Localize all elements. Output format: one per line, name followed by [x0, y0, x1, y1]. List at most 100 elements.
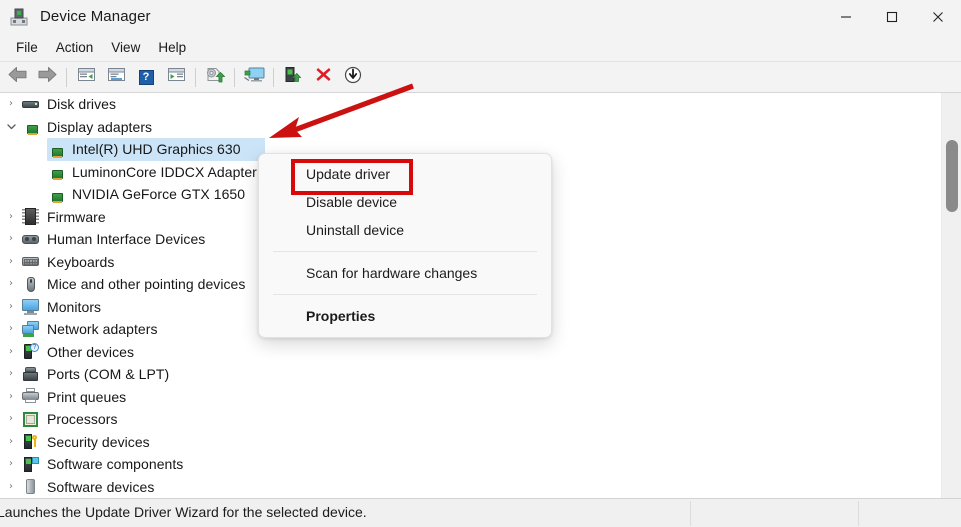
chevron-right-icon[interactable]: › [0, 436, 22, 447]
tree-item[interactable]: › Security devices [0, 431, 941, 454]
properties-button[interactable] [102, 64, 130, 90]
disk-drive-icon [22, 96, 39, 113]
tree-item[interactable]: › Print queues [0, 386, 941, 409]
disable-device-button[interactable] [339, 64, 367, 90]
context-menu-separator [273, 251, 537, 252]
toolbar: ? [0, 62, 961, 93]
tree-item[interactable]: › Software devices [0, 476, 941, 499]
tree-item[interactable]: ›? Other devices [0, 341, 941, 364]
minimize-button[interactable] [823, 0, 869, 33]
uninstall-device-button[interactable] [309, 64, 337, 90]
status-separator [690, 501, 691, 526]
context-menu-separator [273, 294, 537, 295]
status-bar: Launches the Update Driver Wizard for th… [0, 498, 961, 527]
menu-action[interactable]: Action [47, 37, 103, 58]
forward-button[interactable] [33, 64, 61, 90]
security-device-icon [22, 433, 39, 450]
tree-item[interactable]: › Software components [0, 453, 941, 476]
software-device-icon [22, 478, 39, 495]
update-driver-icon [205, 66, 226, 88]
properties-window-icon [107, 66, 126, 88]
monitor-icon [22, 298, 39, 316]
chevron-right-icon[interactable]: › [0, 369, 22, 379]
chevron-right-icon[interactable]: › [0, 324, 22, 334]
toolbar-separator [66, 67, 67, 87]
device-manager-icon [9, 7, 29, 27]
tree-item-label: Print queues [47, 388, 127, 405]
tree-item[interactable]: › Disk drives [0, 93, 941, 116]
chevron-right-icon[interactable]: › [0, 346, 22, 357]
software-component-icon [22, 456, 39, 473]
ctx-properties[interactable]: Properties [259, 302, 551, 330]
back-button[interactable] [3, 64, 31, 90]
enable-device-icon [284, 66, 302, 88]
tree-item[interactable]: Display adapters [0, 116, 941, 139]
tree-item-label: NVIDIA GeForce GTX 1650 [72, 186, 246, 203]
tree-item[interactable]: › Ports (COM & LPT) [0, 363, 941, 386]
tree-item-label: Keyboards [47, 253, 115, 270]
chevron-right-icon[interactable]: › [0, 256, 22, 267]
help-button[interactable]: ? [132, 64, 160, 90]
tree-item-label: Firmware [47, 208, 106, 225]
ctx-update-driver[interactable]: Update driver [259, 160, 551, 188]
show-hide-console-tree-button[interactable] [72, 64, 100, 90]
chevron-right-icon[interactable]: › [0, 234, 22, 244]
console-tree-icon [77, 66, 96, 88]
update-driver-button[interactable] [201, 64, 229, 90]
tree-item-label: Monitors [47, 298, 102, 315]
display-adapter-icon [47, 163, 64, 181]
show-hide-action-pane-button[interactable] [162, 64, 190, 90]
chevron-right-icon[interactable]: › [0, 279, 22, 289]
tree-item-label: Ports (COM & LPT) [47, 366, 170, 383]
tree-item-label: Intel(R) UHD Graphics 630 [72, 141, 241, 158]
tree-item[interactable]: › Processors [0, 408, 941, 431]
window-controls [823, 0, 961, 33]
firmware-chip-icon [22, 208, 39, 226]
display-adapter-icon [47, 141, 64, 158]
enable-device-button[interactable] [279, 64, 307, 90]
vertical-scrollbar[interactable] [941, 93, 961, 498]
chevron-down-icon[interactable] [0, 122, 22, 133]
menu-view[interactable]: View [102, 37, 149, 58]
scan-hardware-changes-button[interactable] [240, 64, 268, 90]
menu-help[interactable]: Help [149, 37, 195, 58]
tree-item-label: Other devices [47, 343, 135, 360]
chevron-right-icon[interactable]: › [0, 99, 22, 109]
menu-file[interactable]: File [7, 37, 47, 58]
tree-item-label: Security devices [47, 433, 150, 450]
ctx-scan-hardware[interactable]: Scan for hardware changes [259, 259, 551, 287]
maximize-button[interactable] [869, 0, 915, 33]
chevron-right-icon[interactable]: › [0, 211, 22, 222]
keyboard-icon [22, 253, 39, 270]
action-pane-icon [167, 66, 186, 88]
status-separator [858, 501, 859, 526]
tree-item-label: Disk drives [47, 96, 117, 113]
ctx-uninstall-device[interactable]: Uninstall device [259, 216, 551, 244]
mouse-icon [22, 276, 39, 293]
scan-monitor-icon [243, 66, 265, 88]
tree-item-label: Mice and other pointing devices [47, 276, 246, 293]
processor-icon [22, 411, 39, 428]
tree-item-label: Display adapters [47, 118, 153, 135]
down-arrow-circle-icon [344, 66, 362, 89]
forward-arrow-icon [37, 66, 58, 88]
tree-item-label: Processors [47, 411, 118, 428]
ctx-disable-device[interactable]: Disable device [259, 188, 551, 216]
close-button[interactable] [915, 0, 961, 33]
chevron-right-icon[interactable]: › [0, 481, 22, 492]
toolbar-separator [273, 67, 274, 87]
chevron-right-icon[interactable]: › [0, 391, 22, 402]
tree-item-label: Software devices [47, 478, 155, 495]
display-adapter-icon [47, 186, 64, 203]
tree-item-label: Network adapters [47, 321, 158, 338]
red-x-icon [315, 66, 332, 88]
network-adapter-icon [22, 320, 39, 338]
display-adapter-icon [22, 118, 39, 136]
scrollbar-thumb[interactable] [946, 140, 958, 212]
printer-icon [22, 388, 39, 405]
unknown-device-icon: ? [22, 343, 39, 360]
chevron-right-icon[interactable]: › [0, 301, 22, 312]
status-message: Launches the Update Driver Wizard for th… [0, 504, 367, 520]
chevron-right-icon[interactable]: › [0, 459, 22, 469]
chevron-right-icon[interactable]: › [0, 414, 22, 424]
